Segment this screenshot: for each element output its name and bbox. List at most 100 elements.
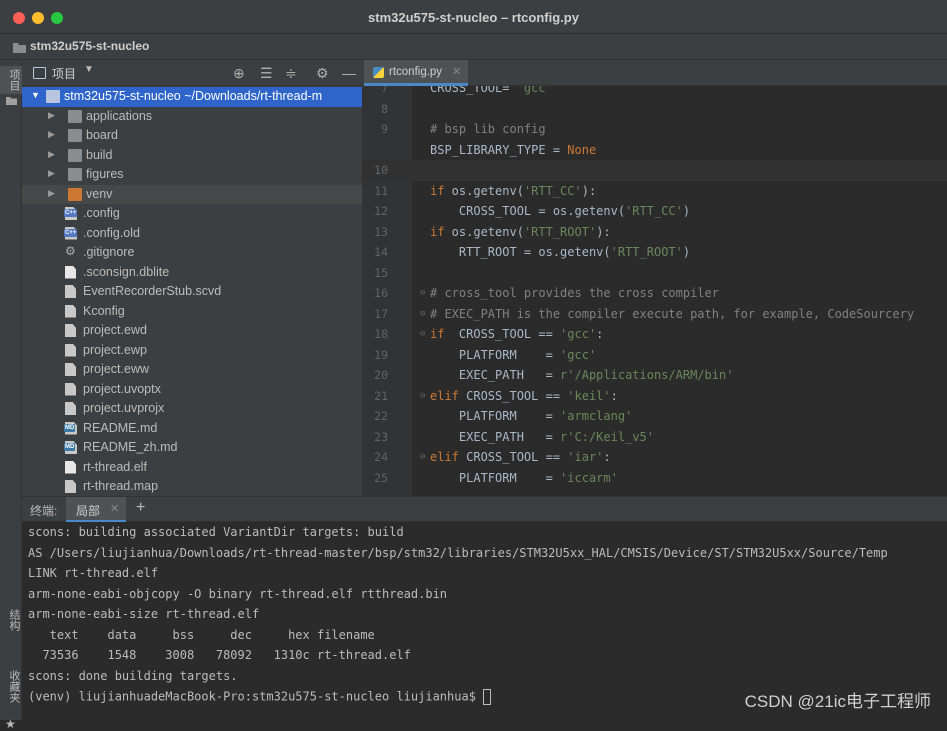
terminal-tab-label: 局部	[76, 504, 101, 518]
chevron-right-icon[interactable]: ▶	[48, 168, 55, 179]
chevron-right-icon[interactable]: ▶	[48, 110, 55, 121]
code-line[interactable]: 8	[362, 99, 947, 120]
code-line[interactable]: 21 ⊖ elif CROSS_TOOL == 'keil':	[362, 386, 947, 407]
fold-marker-icon[interactable]: ⊖	[420, 386, 425, 406]
folder-icon	[46, 90, 60, 103]
project-tool-tab[interactable]: 项目	[0, 66, 22, 94]
tree-item[interactable]: C++ .config.old	[22, 224, 362, 244]
line-number: 24	[374, 450, 388, 464]
code-line[interactable]: 16 ⊖ # cross_tool provides the cross compi…	[362, 283, 947, 304]
terminal-cursor[interactable]	[483, 689, 492, 705]
code-line[interactable]: 25 PLATFORM = 'iccarm'	[362, 468, 947, 489]
tree-item[interactable]: rt-thread.elf	[22, 458, 362, 478]
favorites-tool-tab[interactable]: 收藏夹	[0, 658, 22, 714]
tree-root-label: stm32u575-st-nucleo ~/Downloads/rt-threa…	[64, 89, 323, 103]
tree-item[interactable]: ▶ applications	[22, 107, 362, 127]
tree-item-label: rt-thread.map	[83, 479, 159, 493]
code-line[interactable]: 7 CROSS_TOOL= 'gcc'	[362, 86, 947, 99]
gear-icon[interactable]: ⚙	[316, 65, 329, 81]
structure-tool-tab[interactable]: 结构	[0, 600, 22, 640]
code-text: EXEC_PATH = r'C:/Keil_v5'	[430, 429, 654, 444]
folder-icon	[68, 109, 82, 123]
tree-item-label: board	[86, 128, 118, 142]
code-area[interactable]: 7 CROSS_TOOL= 'gcc' 8 9 # bsp lib config BSP_…	[362, 86, 947, 496]
chevron-down-icon[interactable]: ▼	[84, 64, 94, 75]
fold-marker-icon[interactable]: ⊖	[420, 304, 425, 324]
code-line[interactable]: 13 if os.getenv('RTT_ROOT'):	[362, 222, 947, 243]
tree-item[interactable]: MD README_zh.md	[22, 438, 362, 458]
code-line[interactable]: 9 # bsp lib config	[362, 119, 947, 140]
tree-item[interactable]: ▶ build	[22, 146, 362, 166]
close-tab-icon[interactable]: ✕	[110, 502, 119, 515]
fold-marker-icon[interactable]: ⊖	[420, 324, 425, 344]
code-line[interactable]: 12 CROSS_TOOL = os.getenv('RTT_CC')	[362, 201, 947, 222]
breadcrumb[interactable]: stm32u575-st-nucleo	[30, 39, 149, 53]
line-number: 11	[374, 183, 388, 198]
terminal-text: arm-none-eabi-size rt-thread.elf	[28, 607, 260, 621]
title-bar: stm32u575-st-nucleo – rtconfig.py	[0, 0, 947, 34]
file-icon	[65, 460, 76, 474]
tree-item[interactable]: Kconfig	[22, 302, 362, 322]
tree-item[interactable]: project.eww	[22, 360, 362, 380]
tree-item[interactable]: project.uvoptx	[22, 380, 362, 400]
tree-item[interactable]: C++ .config	[22, 204, 362, 224]
config-badge-icon: C++	[64, 228, 78, 237]
new-terminal-icon[interactable]: +	[136, 499, 145, 517]
terminal-line: arm-none-eabi-size rt-thread.elf	[28, 607, 947, 628]
code-text: EXEC_PATH = r'/Applications/ARM/bin'	[430, 368, 734, 382]
tree-item[interactable]: project.ewp	[22, 341, 362, 361]
code-line[interactable]: 17 ⊖ # EXEC_PATH is the compiler execute p…	[362, 304, 947, 325]
tree-item-label: applications	[86, 108, 153, 123]
code-line[interactable]: 14 RTT_ROOT = os.getenv('RTT_ROOT')	[362, 242, 947, 263]
code-line[interactable]: 19 PLATFORM = 'gcc'	[362, 345, 947, 366]
terminal-text: scons: building associated VariantDir ta…	[28, 525, 404, 539]
tree-item[interactable]: project.uvprojx	[22, 399, 362, 419]
chevron-right-icon[interactable]: ▶	[48, 129, 55, 140]
code-line[interactable]: 15	[362, 263, 947, 284]
expand-all-icon[interactable]: ☰	[260, 65, 273, 81]
project-panel-title[interactable]: 项目	[52, 65, 76, 82]
fold-marker-icon[interactable]: ⊖	[420, 447, 425, 467]
code-line[interactable]: 22 PLATFORM = 'armclang'	[362, 406, 947, 427]
fold-marker-icon[interactable]: ⊖	[420, 283, 425, 303]
tree-item[interactable]: ▶ figures	[22, 165, 362, 185]
code-line[interactable]: 24 ⊖ elif CROSS_TOOL == 'iar':	[362, 447, 947, 468]
tree-item[interactable]: MD README.md	[22, 419, 362, 439]
code-line[interactable]: BSP_LIBRARY_TYPE = None	[362, 140, 947, 161]
tree-item[interactable]: rt-thread.map	[22, 477, 362, 496]
collapse-all-icon[interactable]: ≑	[285, 65, 297, 81]
code-line[interactable]: 11 if os.getenv('RTT_CC'):	[362, 181, 947, 202]
code-text: CROSS_TOOL= 'gcc'	[430, 86, 553, 95]
config-badge-icon: C++	[64, 209, 78, 217]
tree-item[interactable]: EventRecorderStub.scvd	[22, 282, 362, 302]
chevron-right-icon[interactable]: ▶	[48, 188, 55, 199]
code-line[interactable]: 18 ⊖ if CROSS_TOOL == 'gcc':	[362, 324, 947, 345]
tree-item-label: README.md	[83, 420, 158, 435]
chevron-right-icon[interactable]: ▶	[48, 149, 55, 160]
tree-item[interactable]: .sconsign.dblite	[22, 263, 362, 283]
code-text: # cross_tool provides the cross compiler	[430, 286, 719, 300]
code-text: RTT_ROOT = os.getenv('RTT_ROOT')	[430, 245, 691, 259]
terminal-label: 终端:	[30, 504, 58, 518]
line-number: 14	[374, 245, 388, 259]
tree-item[interactable]: ▶ board	[22, 126, 362, 146]
tree-item[interactable]: ⚙ .gitignore	[22, 243, 362, 263]
tree-root[interactable]: ▼ stm32u575-st-nucleo ~/Downloads/rt-thr…	[22, 87, 362, 107]
code-text: BSP_LIBRARY_TYPE = None	[430, 142, 597, 157]
code-line[interactable]: 23 EXEC_PATH = r'C:/Keil_v5'	[362, 427, 947, 448]
tab-local-terminal[interactable]: 局部 ✕	[66, 497, 126, 522]
line-number: 16	[374, 286, 388, 300]
project-panel: 项目 ▼ ⊕ ☰ ≑ ⚙ — ▼ stm32u575-st-nucleo ~/D…	[22, 60, 362, 496]
line-number: 10	[374, 163, 388, 177]
tab-rtconfig[interactable]: rtconfig.py ✕	[364, 60, 468, 86]
minimize-icon[interactable]: —	[342, 65, 356, 81]
ignore-file-icon: ⚙	[65, 244, 76, 258]
tree-item[interactable]: ▶ venv	[22, 184, 362, 204]
code-line[interactable]: 10	[362, 160, 947, 181]
locate-icon[interactable]: ⊕	[233, 65, 245, 81]
tree-item[interactable]: project.ewd	[22, 321, 362, 341]
close-tab-icon[interactable]: ✕	[452, 65, 461, 78]
line-number: 25	[374, 470, 388, 485]
code-line[interactable]: 20 EXEC_PATH = r'/Applications/ARM/bin'	[362, 365, 947, 386]
chevron-down-icon[interactable]: ▼	[31, 90, 40, 100]
